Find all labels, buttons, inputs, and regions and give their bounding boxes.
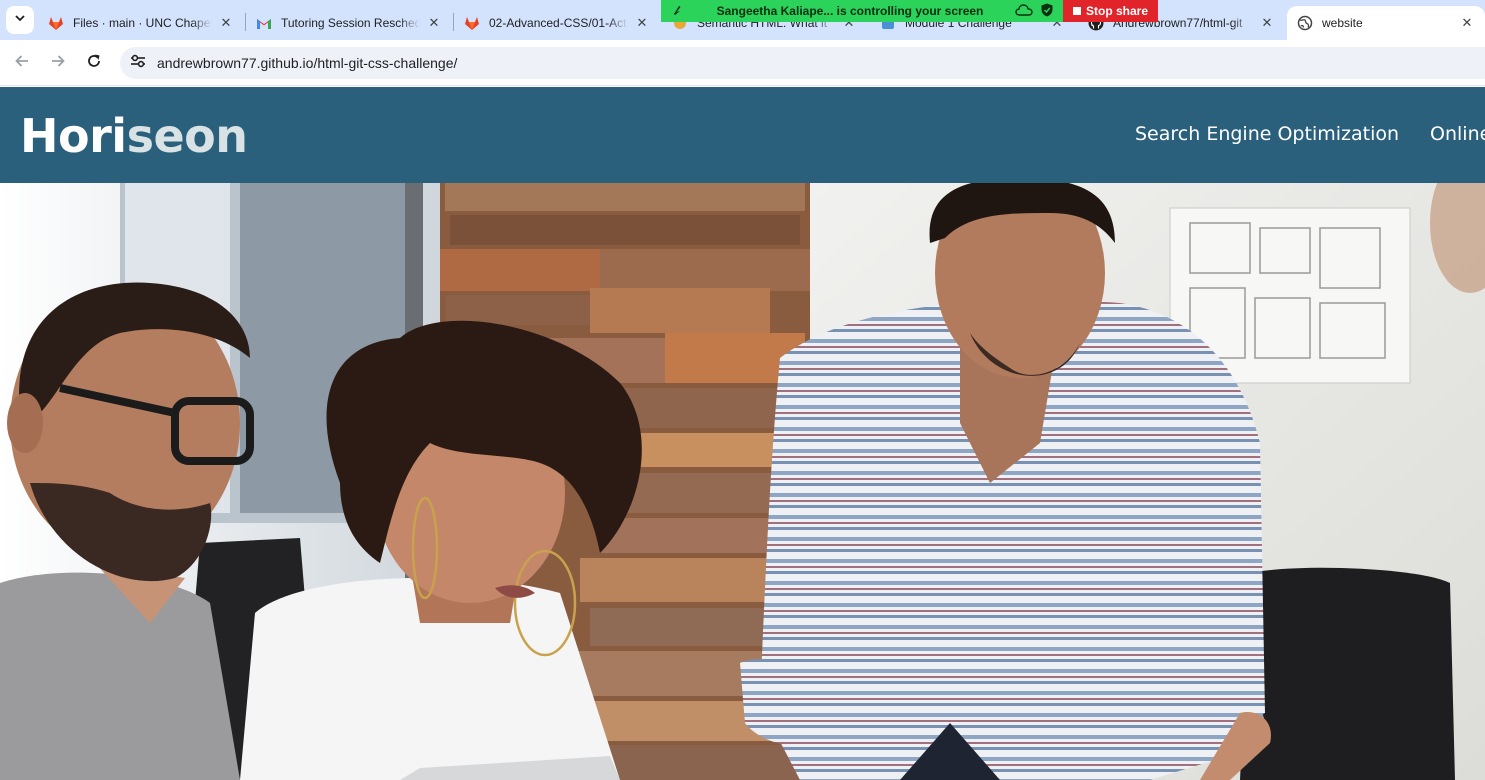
tab-website-active[interactable]: website ✕: [1287, 6, 1485, 40]
share-status-text: Sangeetha Kaliape... is controlling your…: [716, 4, 984, 18]
address-bar[interactable]: andrewbrown77.github.io/html-git-css-cha…: [120, 47, 1485, 79]
shield-icon: [1041, 3, 1053, 20]
remote-control-icon: [671, 3, 685, 20]
nav-link-reputation[interactable]: Online Reputation Management: [1430, 123, 1485, 145]
tab-title: Tutoring Session Resched: [281, 16, 420, 30]
gitlab-icon: [464, 15, 480, 31]
tab-advanced-css[interactable]: 02-Advanced-CSS/01-Act ✕: [454, 6, 660, 40]
hero-image: [0, 183, 1485, 780]
stop-share-button[interactable]: Stop share: [1063, 0, 1158, 22]
tab-title: website: [1322, 16, 1363, 30]
site-nav: Search Engine Optimization Online Reputa…: [1135, 123, 1485, 145]
globe-icon: [1297, 15, 1313, 31]
hero-photo-illustration: [0, 183, 1485, 780]
back-button[interactable]: [8, 49, 36, 77]
tune-icon: [130, 54, 146, 73]
close-icon[interactable]: ✕: [1459, 15, 1475, 31]
reload-button[interactable]: [80, 49, 108, 77]
screen-share-banner: Sangeetha Kaliape... is controlling your…: [661, 0, 1063, 22]
logo-accent-text: seon: [126, 109, 248, 163]
site-header: Horiseon Search Engine Optimization Onli…: [0, 87, 1485, 183]
stop-share-label: Stop share: [1085, 4, 1148, 18]
url-text[interactable]: andrewbrown77.github.io/html-git-css-cha…: [157, 55, 457, 71]
site-logo[interactable]: Horiseon: [20, 109, 248, 163]
gitlab-icon: [48, 15, 64, 31]
close-icon[interactable]: ✕: [1259, 15, 1275, 31]
logo-main-text: Hori: [20, 109, 127, 163]
close-icon[interactable]: ✕: [634, 15, 650, 31]
site-info-button[interactable]: [122, 47, 154, 79]
tab-title: Files · main · UNC Chapel: [73, 16, 212, 30]
chevron-down-icon: [14, 11, 26, 29]
nav-link-seo[interactable]: Search Engine Optimization: [1135, 123, 1399, 145]
close-icon[interactable]: ✕: [426, 15, 442, 31]
cloud-icon: [1015, 3, 1033, 19]
tab-unc-files[interactable]: Files · main · UNC Chapel ✕: [38, 6, 244, 40]
tab-tutoring-email[interactable]: Tutoring Session Resched ✕: [246, 6, 452, 40]
tab-title: 02-Advanced-CSS/01-Act: [489, 16, 627, 30]
tab-search-button[interactable]: [6, 6, 34, 34]
browser-toolbar: andrewbrown77.github.io/html-git-css-cha…: [0, 40, 1485, 86]
reload-icon: [86, 53, 102, 74]
gmail-icon: [256, 15, 272, 31]
arrow-left-icon: [14, 53, 30, 74]
close-icon[interactable]: ✕: [218, 15, 234, 31]
arrow-right-icon: [50, 53, 66, 74]
forward-button[interactable]: [44, 49, 72, 77]
stop-icon: [1072, 7, 1081, 15]
